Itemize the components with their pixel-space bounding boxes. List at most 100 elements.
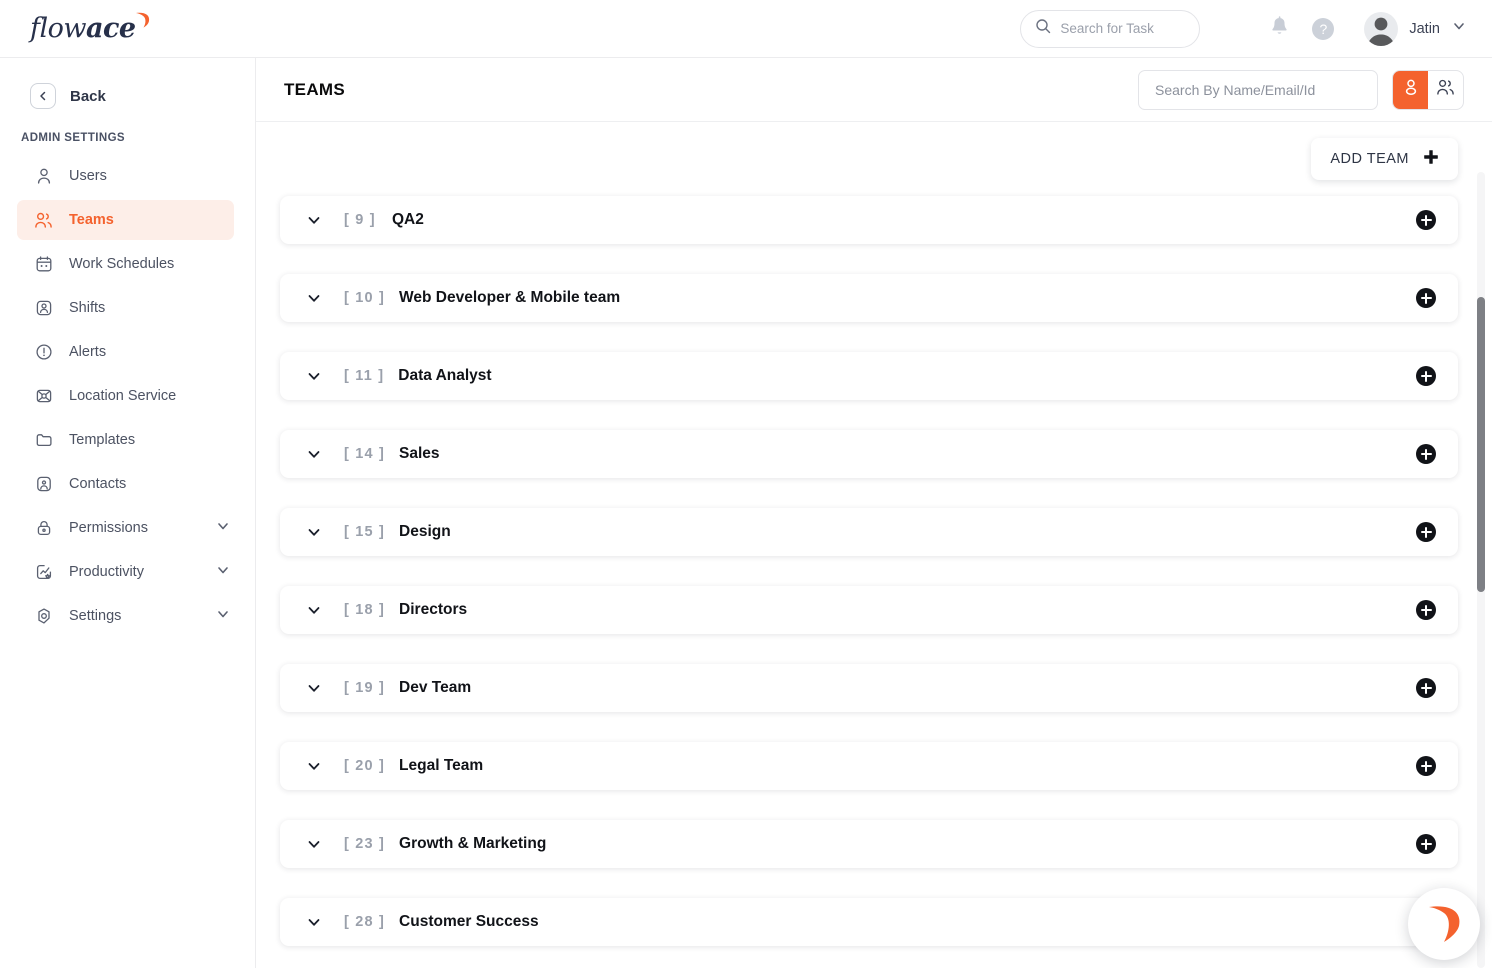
team-name: Web Developer & Mobile team bbox=[399, 289, 621, 306]
team-row[interactable]: [ 28 ] Customer Success bbox=[280, 898, 1458, 946]
chevron-down-icon[interactable] bbox=[306, 290, 322, 306]
chevron-down-icon[interactable] bbox=[306, 914, 322, 930]
chevron-down-icon[interactable] bbox=[306, 524, 322, 540]
sidebar-item-users[interactable]: Users bbox=[17, 156, 234, 196]
sidebar-item-productivity[interactable]: Productivity bbox=[17, 552, 234, 592]
team-row[interactable]: [ 18 ] Directors bbox=[280, 586, 1458, 634]
chevron-down-icon[interactable] bbox=[306, 446, 322, 462]
add-member-button[interactable] bbox=[1416, 288, 1436, 308]
chevron-down-icon[interactable] bbox=[306, 758, 322, 774]
chevron-down-icon[interactable] bbox=[1452, 19, 1466, 38]
calendar-icon bbox=[34, 255, 53, 274]
page-header-actions bbox=[1138, 69, 1464, 110]
shift-badge-icon bbox=[34, 299, 53, 318]
team-member-count: [ 18 ] bbox=[344, 602, 386, 618]
add-team-button[interactable]: ADD TEAM bbox=[1311, 138, 1458, 180]
view-toggle-single-user[interactable] bbox=[1393, 70, 1428, 109]
sidebar-item-label: Contacts bbox=[69, 476, 127, 492]
add-team-label: ADD TEAM bbox=[1330, 151, 1409, 167]
plus-icon bbox=[1423, 149, 1439, 169]
team-member-count: [ 9 ] bbox=[344, 212, 376, 228]
notifications-button[interactable] bbox=[1262, 12, 1296, 46]
sidebar-item-label: Shifts bbox=[69, 300, 106, 316]
folder-icon bbox=[34, 431, 53, 450]
chat-widget-button[interactable] bbox=[1408, 888, 1480, 960]
user-name: Jatin bbox=[1409, 20, 1440, 37]
task-search[interactable] bbox=[1020, 9, 1201, 48]
chevron-down-icon bbox=[216, 607, 230, 625]
add-member-button[interactable] bbox=[1416, 600, 1436, 620]
add-member-button[interactable] bbox=[1416, 834, 1436, 854]
user-icon bbox=[34, 167, 53, 186]
team-row[interactable]: [ 15 ] Design bbox=[280, 508, 1458, 556]
sidebar-item-label: Settings bbox=[69, 608, 122, 624]
add-team-row: ADD TEAM bbox=[256, 122, 1492, 180]
scrollbar-thumb[interactable] bbox=[1477, 297, 1485, 592]
location-icon bbox=[34, 387, 53, 406]
view-toggle-group-users[interactable] bbox=[1428, 71, 1463, 109]
sidebar-item-shifts[interactable]: Shifts bbox=[17, 288, 234, 328]
sidebar-item-location-service[interactable]: Location Service bbox=[17, 376, 234, 416]
team-row[interactable]: [ 14 ] Sales bbox=[280, 430, 1458, 478]
group-users-icon bbox=[1436, 78, 1455, 102]
team-member-count: [ 19 ] bbox=[344, 680, 386, 696]
page-header: TEAMS bbox=[256, 58, 1492, 122]
sidebar-item-label: Users bbox=[69, 168, 107, 184]
sidebar-item-label: Alerts bbox=[69, 344, 107, 360]
team-name: Data Analyst bbox=[398, 367, 492, 384]
sidebar-item-contacts[interactable]: Contacts bbox=[17, 464, 234, 504]
team-row[interactable]: [ 9 ] QA2 bbox=[280, 196, 1458, 244]
sidebar-item-settings[interactable]: Settings bbox=[17, 596, 234, 636]
team-search-input[interactable] bbox=[1155, 81, 1361, 98]
main-content: TEAMS Search By Name/Email/Id ADD TEAM [… bbox=[256, 58, 1492, 968]
app-logo[interactable]: flowace bbox=[0, 12, 256, 44]
chart-star-icon bbox=[34, 563, 53, 582]
team-name: Design bbox=[399, 523, 451, 540]
sidebar-item-alerts[interactable]: Alerts bbox=[17, 332, 234, 372]
team-name: Directors bbox=[399, 601, 468, 618]
team-row[interactable]: [ 20 ] Legal Team bbox=[280, 742, 1458, 790]
back-button[interactable]: Back bbox=[0, 76, 255, 116]
help-icon: ? bbox=[1312, 17, 1335, 40]
lock-icon bbox=[34, 519, 53, 538]
chevron-down-icon[interactable] bbox=[306, 368, 322, 384]
add-member-button[interactable] bbox=[1416, 444, 1436, 464]
team-row[interactable]: [ 11 ] Data Analyst bbox=[280, 352, 1458, 400]
logo-ace-text: ace bbox=[86, 13, 136, 44]
add-member-button[interactable] bbox=[1416, 678, 1436, 698]
sidebar-item-permissions[interactable]: Permissions bbox=[17, 508, 234, 548]
app-root: flowace ? bbox=[0, 0, 1492, 968]
team-member-count: [ 15 ] bbox=[344, 524, 386, 540]
team-name: QA2 bbox=[392, 211, 424, 228]
search-input[interactable] bbox=[1060, 21, 1186, 36]
logo-text: flowace bbox=[30, 13, 136, 44]
team-member-count: [ 10 ] bbox=[344, 290, 386, 306]
teams-list: [ 9 ] QA2 [ 10 ] Web Developer & Mobile tea… bbox=[256, 180, 1492, 946]
users-icon bbox=[34, 211, 53, 230]
team-search[interactable] bbox=[1138, 69, 1378, 110]
chevron-left-icon bbox=[30, 83, 56, 109]
chevron-down-icon[interactable] bbox=[306, 602, 322, 618]
help-button[interactable]: ? bbox=[1306, 12, 1340, 46]
sidebar-item-templates[interactable]: Templates bbox=[17, 420, 234, 460]
team-row[interactable]: [ 23 ] Growth & Marketing bbox=[280, 820, 1458, 868]
team-row[interactable]: [ 19 ] Dev Team bbox=[280, 664, 1458, 712]
team-row[interactable]: [ 10 ] Web Developer & Mobile team bbox=[280, 274, 1458, 322]
gear-icon bbox=[34, 607, 53, 626]
chevron-down-icon[interactable] bbox=[306, 680, 322, 696]
team-name: Legal Team bbox=[399, 757, 484, 774]
sidebar-item-work-schedules[interactable]: Work Schedules bbox=[17, 244, 234, 284]
add-member-button[interactable] bbox=[1416, 756, 1436, 776]
avatar[interactable] bbox=[1364, 11, 1399, 46]
sidebar-item-teams[interactable]: Teams bbox=[17, 200, 234, 240]
single-user-icon bbox=[1402, 78, 1420, 101]
add-member-button[interactable] bbox=[1416, 366, 1436, 386]
search-icon bbox=[1035, 18, 1051, 39]
chevron-down-icon[interactable] bbox=[306, 212, 322, 228]
add-member-button[interactable] bbox=[1416, 210, 1436, 230]
top-bar: flowace ? bbox=[0, 0, 1492, 58]
chevron-down-icon[interactable] bbox=[306, 836, 322, 852]
top-bar-right: ? Jatin bbox=[1020, 9, 1492, 48]
page-title: TEAMS bbox=[284, 79, 345, 99]
add-member-button[interactable] bbox=[1416, 522, 1436, 542]
